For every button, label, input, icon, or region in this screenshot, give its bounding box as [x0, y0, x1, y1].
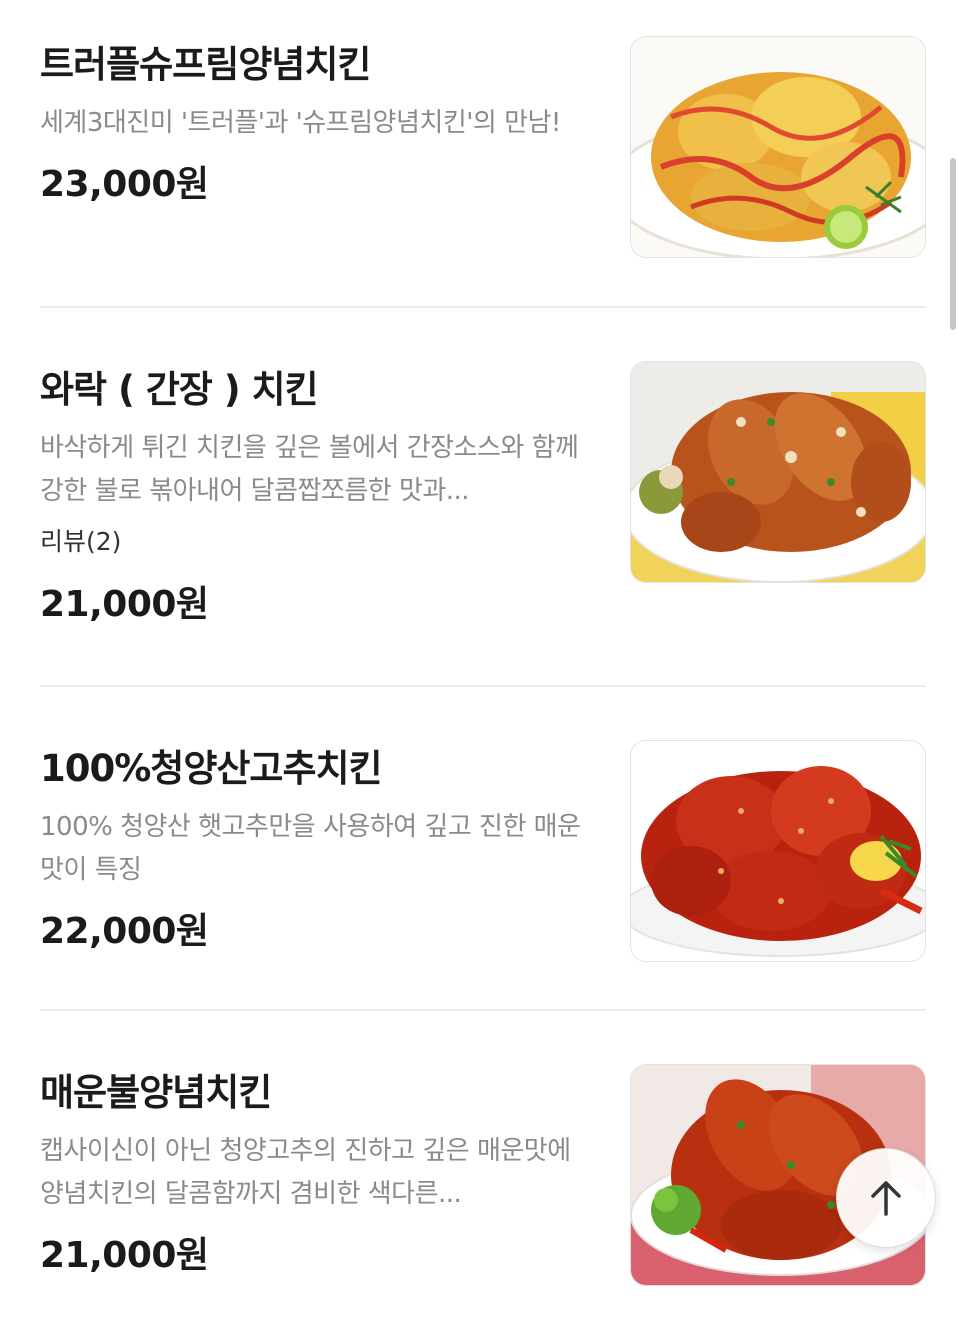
menu-item-description: 바삭하게 튀긴 치킨을 깊은 볼에서 간장소스와 함께 강한 불로 볶아내어 달…: [40, 433, 579, 506]
soy-garlic-chicken-photo: [631, 362, 925, 582]
menu-item-name: 매운불양념치킨: [40, 1071, 272, 1114]
menu-item-price: 23,000원: [40, 164, 209, 205]
menu-item-name: 100%청양산고추치킨: [40, 747, 383, 790]
menu-item-price: 22,000원: [40, 911, 209, 952]
menu-item-image[interactable]: [630, 740, 926, 962]
divider: [40, 1009, 926, 1011]
divider: [40, 685, 926, 687]
arrow-up-icon: [871, 1181, 901, 1216]
menu-item-description: 세계3대진미 '트러플'과 '슈프림양념치킨'의 만남!: [40, 108, 561, 138]
menu-item-text: 트러플슈프림양념치킨 세계3대진미 '트러플'과 '슈프림양념치킨'의 만남! …: [40, 40, 595, 209]
menu-item-price: 21,000원: [40, 1235, 209, 1276]
menu-item-image[interactable]: [630, 361, 926, 583]
scroll-to-top-button[interactable]: [836, 1148, 936, 1248]
menu-item-image[interactable]: [630, 36, 926, 258]
menu-item-text: 매운불양념치킨 캡사이신이 아닌 청양고추의 진하고 깊은 매운맛에 양념치킨의…: [40, 1068, 595, 1280]
menu-item-name: 트러플슈프림양념치킨: [40, 43, 371, 86]
menu-item-name: 와락 ( 간장 ) 치킨: [40, 368, 319, 411]
truffle-supreme-chicken-photo: [631, 37, 925, 257]
menu-item-description: 캡사이신이 아닌 청양고추의 진하고 깊은 매운맛에 양념치킨의 달콤함까지 겸…: [40, 1136, 571, 1209]
menu-item-text: 100%청양산고추치킨 100% 청양산 햇고추만을 사용하여 깊고 진한 매운…: [40, 744, 595, 956]
menu-item-description: 100% 청양산 햇고추만을 사용하여 깊고 진한 매운맛이 특징: [40, 812, 581, 885]
cheongyang-pepper-chicken-photo: [631, 741, 925, 961]
scrollbar-thumb[interactable]: [950, 158, 956, 330]
review-count-link[interactable]: 리뷰(2): [40, 525, 595, 559]
menu-item-price: 21,000원: [40, 584, 209, 625]
divider: [40, 306, 926, 308]
menu-item-text: 와락 ( 간장 ) 치킨 바삭하게 튀긴 치킨을 깊은 볼에서 간장소스와 함께…: [40, 365, 595, 629]
